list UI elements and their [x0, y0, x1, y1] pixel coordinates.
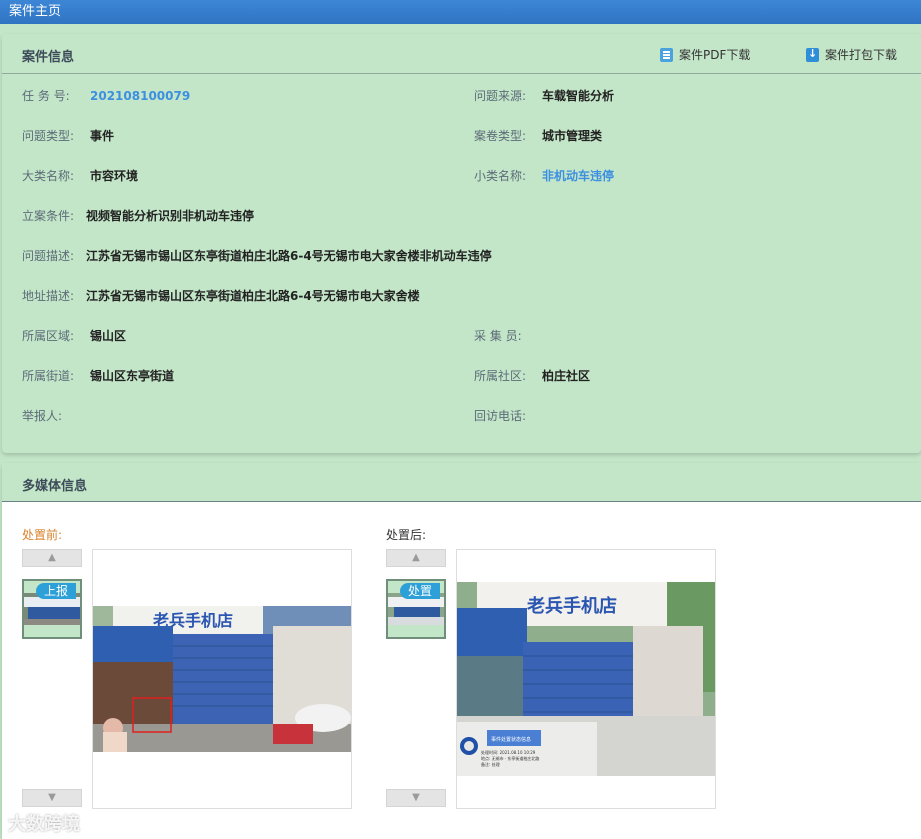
- before-photo[interactable]: 老兵手机店: [93, 606, 351, 752]
- media-body: 处置前: 处置后: ▲ 上报 ▼ 老兵手机店 ▲ 处置 ▼ 老兵手机店 事件处置…: [2, 502, 921, 839]
- svg-text:地点: 无锡市 · 东亭街道柏庄北路: 地点: 无锡市 · 东亭街道柏庄北路: [481, 755, 539, 761]
- task-no-link[interactable]: 202108100079: [90, 89, 190, 103]
- media-panel: 多媒体信息 处置前: 处置后: ▲ 上报 ▼ 老兵手机店 ▲ 处置 ▼ 老兵手机…: [2, 463, 921, 839]
- after-image-viewer: 老兵手机店 事件处置状态信息 处理时间: 2021.08.10 10:29 地点…: [456, 549, 716, 809]
- svg-text:事件处置状态信息: 事件处置状态信息: [491, 736, 531, 743]
- field-source: 问题来源: 车载智能分析: [474, 89, 615, 103]
- case-info-title: 案件信息: [22, 50, 75, 65]
- svg-text:处理时间: 2021.08.10 10:29: 处理时间: 2021.08.10 10:29: [481, 749, 536, 755]
- before-thumbnail[interactable]: 上报: [22, 579, 82, 639]
- field-address: 地址描述: 江苏省无锡市锡山区东亭街道柏庄北路6-4号无锡市电大家舍楼: [22, 289, 420, 303]
- svg-text:老兵手机店: 老兵手机店: [527, 595, 617, 617]
- after-label: 处置后:: [386, 528, 427, 542]
- field-task-no: 任 务 号: 202108100079: [22, 89, 191, 103]
- svg-text:备注: 处理: 备注: 处理: [481, 761, 500, 767]
- after-scroll-down-button[interactable]: ▼: [386, 789, 446, 807]
- window-title: 案件主页: [0, 0, 921, 24]
- after-tag: 处置: [400, 583, 441, 599]
- field-minor-category: 小类名称: 非机动车违停: [474, 169, 615, 183]
- field-street: 所属街道: 锡山区东亭街道: [22, 369, 175, 383]
- watermark: 大数跨境: [8, 814, 80, 835]
- field-major-category: 大类名称: 市容环境: [22, 169, 139, 183]
- media-title: 多媒体信息: [22, 479, 88, 494]
- case-info-panel: 案件信息 案件PDF下载 案件打包下载 任 务 号:202108100079 问…: [2, 34, 921, 453]
- field-district: 所属区域: 锡山区: [22, 329, 127, 343]
- field-issue-description: 问题描述: 江苏省无锡市锡山区东亭街道柏庄北路6-4号无锡市电大家舍楼非机动车违停: [22, 249, 492, 263]
- field-community: 所属社区: 柏庄社区: [474, 369, 591, 383]
- field-reporter: 举报人:: [22, 409, 63, 423]
- minor-category-link[interactable]: 非机动车违停: [542, 169, 614, 183]
- pack-download-label: 案件打包下载: [825, 48, 898, 62]
- media-header: 多媒体信息: [2, 463, 921, 502]
- after-photo[interactable]: 老兵手机店 事件处置状态信息 处理时间: 2021.08.10 10:29 地点…: [457, 582, 715, 776]
- field-case-type: 案卷类型: 城市管理类: [474, 129, 603, 143]
- field-issue-type: 问题类型: 事件: [22, 129, 115, 143]
- field-filing-condition: 立案条件: 视频智能分析识别非机动车违停: [22, 209, 255, 223]
- after-scroll-up-button[interactable]: ▲: [386, 549, 446, 567]
- document-icon: [660, 47, 673, 62]
- download-icon: [806, 47, 819, 62]
- before-scroll-down-button[interactable]: ▼: [22, 789, 82, 807]
- before-label: 处置前:: [22, 528, 63, 542]
- pdf-download-button[interactable]: 案件PDF下载: [660, 46, 750, 63]
- pdf-download-label: 案件PDF下载: [679, 48, 751, 62]
- pack-download-button[interactable]: 案件打包下载: [806, 46, 897, 63]
- field-collector: 采 集 员:: [474, 329, 522, 343]
- before-scroll-up-button[interactable]: ▲: [22, 549, 82, 567]
- before-tag: 上报: [36, 583, 77, 599]
- field-callback-phone: 回访电话:: [474, 409, 527, 423]
- before-image-viewer: 老兵手机店: [92, 549, 352, 809]
- case-info-header: 案件信息 案件PDF下载 案件打包下载: [2, 34, 921, 74]
- after-thumbnail[interactable]: 处置: [386, 579, 446, 639]
